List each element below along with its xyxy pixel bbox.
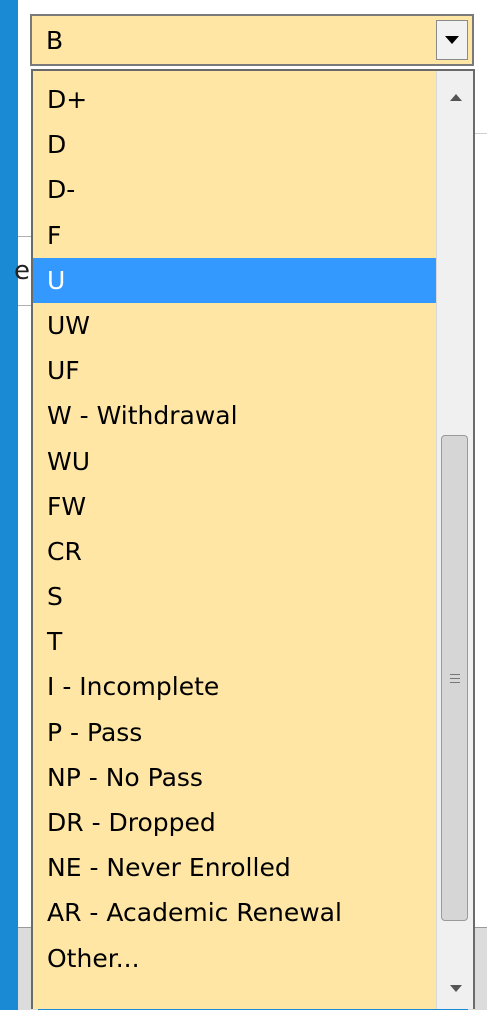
dropdown-option[interactable]: I - Incomplete bbox=[33, 664, 436, 709]
dropdown-option[interactable]: Other... bbox=[33, 936, 436, 981]
grade-combobox[interactable]: B bbox=[30, 14, 474, 66]
dropdown-option[interactable]: CR bbox=[33, 529, 436, 574]
combobox-selected-value: B bbox=[46, 26, 64, 55]
dropdown-option[interactable]: T bbox=[33, 619, 436, 664]
dropdown-option[interactable]: D+ bbox=[33, 77, 436, 122]
scrollbar-thumb[interactable] bbox=[441, 435, 468, 921]
dropdown-option[interactable]: D- bbox=[33, 167, 436, 212]
chevron-down-icon bbox=[445, 36, 459, 44]
grade-dropdown-list[interactable]: D+ D D- F U UW UF W - Withdrawal WU FW CR S T I - Inc… bbox=[31, 69, 475, 1009]
dropdown-option[interactable]: U bbox=[33, 257, 436, 303]
dropdown-button[interactable] bbox=[436, 20, 468, 60]
dropdown-option[interactable]: F bbox=[33, 213, 436, 258]
dropdown-option[interactable]: NP - No Pass bbox=[33, 755, 436, 800]
dropdown-option[interactable]: DR - Dropped bbox=[33, 800, 436, 845]
background-partial-text: e bbox=[14, 256, 30, 286]
scroll-up-button[interactable] bbox=[437, 71, 473, 123]
dropdown-option[interactable]: AR - Academic Renewal bbox=[33, 890, 436, 935]
grip-icon bbox=[449, 673, 460, 683]
dropdown-option[interactable]: NE - Never Enrolled bbox=[33, 845, 436, 890]
scroll-down-button[interactable] bbox=[437, 965, 473, 1009]
dropdown-option[interactable]: WU bbox=[33, 439, 436, 484]
dropdown-option[interactable]: D bbox=[33, 122, 436, 167]
scroll-down-icon bbox=[449, 984, 462, 992]
dropdown-items: D+ D D- F U UW UF W - Withdrawal WU FW CR S T I - Inc… bbox=[33, 77, 436, 981]
dropdown-option[interactable]: UW bbox=[33, 303, 436, 348]
dropdown-option[interactable]: UF bbox=[33, 348, 436, 393]
scrollbar[interactable] bbox=[436, 71, 473, 1009]
dropdown-option[interactable]: W - Withdrawal bbox=[33, 393, 436, 438]
dropdown-option[interactable]: S bbox=[33, 574, 436, 619]
dropdown-option[interactable]: P - Pass bbox=[33, 710, 436, 755]
scroll-up-icon bbox=[449, 93, 462, 101]
dropdown-option[interactable]: FW bbox=[33, 484, 436, 529]
